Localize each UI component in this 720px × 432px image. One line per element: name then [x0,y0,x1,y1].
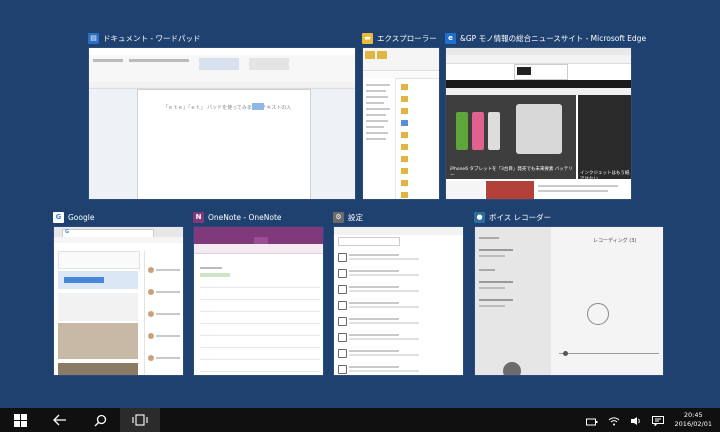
google-g-text: G [65,229,70,235]
notification-icon[interactable] [651,411,664,430]
document-text: 「ｅｔｅ」「ｅｔ」 パッドを使ってみます。テキストの入 [163,105,292,111]
back-arrow-icon [53,414,66,426]
window-thumbnail: 「ｅｔｅ」「ｅｔ」 パッドを使ってみます。テキストの入 [88,47,356,200]
clock-time: 20:45 [683,411,703,419]
microphone-icon: ● [474,211,485,223]
window-thumbnail: iPhone6 タブレットを「3台目」発売でも未来要素 バッテリー インクジェッ… [445,47,632,200]
task-view-button[interactable] [120,408,160,432]
window-title-bar: e &GP モノ情報の総合ニュースサイト - Microsoft Edge [445,31,646,45]
window-thumbnail: レコーディング (3) [474,226,664,376]
window-title: ボイス レコーダー [489,212,552,222]
window-thumbnail [333,226,464,376]
gear-icon: ⚙ [333,211,344,223]
window-title: &GP モノ情報の総合ニュースサイト - Microsoft Edge [460,33,647,43]
folder-icon: ▬ [362,32,373,44]
window-thumbnail: G [53,226,184,376]
window-onenote[interactable]: N OneNote - OneNote [193,210,324,376]
window-title: OneNote - OneNote [208,212,282,222]
window-chrome[interactable]: G Google G [53,210,184,376]
google-icon: G [53,211,64,223]
window-settings[interactable]: ⚙ 設定 [333,210,464,376]
system-tray: 20:45 2016/02/01 [581,408,720,432]
battery-icon[interactable] [585,411,598,430]
wifi-icon[interactable] [608,411,620,430]
window-thumbnail [193,226,324,376]
window-explorer[interactable]: ▬ エクスプローラー [362,31,440,200]
windows-logo-icon [13,413,27,427]
window-thumbnail [362,47,440,200]
clock-date: 2016/02/01 [674,420,712,428]
wordpad-icon: ▤ [88,32,99,44]
onenote-icon: N [193,211,204,223]
search-button[interactable] [80,408,120,432]
window-title-bar: ⚙ 設定 [333,210,363,224]
start-button[interactable] [0,408,40,432]
window-edge[interactable]: e &GP モノ情報の総合ニュースサイト - Microsoft Edge iP… [445,31,646,200]
back-button[interactable] [40,408,80,432]
window-title: Google [68,212,95,222]
search-icon [94,414,106,426]
window-title-bar: G Google [53,210,94,224]
headline-text: iPhone6 タブレットを「3台目」発売でも未来要素 バッテリー [450,167,573,178]
clock[interactable]: 20:45 2016/02/01 [675,411,712,429]
window-title-bar: N OneNote - OneNote [193,210,282,224]
window-wordpad[interactable]: ▤ ドキュメント - ワードパッド 「ｅｔｅ」「ｅｔ」 パッドを使ってみます。テ… [88,31,356,200]
window-voice-recorder[interactable]: ● ボイス レコーダー レコーディング (3) [474,210,664,376]
window-title-bar: ▬ エクスプローラー [362,31,437,45]
volume-icon[interactable] [630,411,642,430]
window-title-bar: ▤ ドキュメント - ワードパッド [88,31,200,45]
taskbar: 20:45 2016/02/01 [0,408,720,432]
window-title: ドキュメント - ワードパッド [103,33,201,43]
task-view-icon [132,414,148,426]
recording-title: レコーディング (3) [593,238,637,244]
window-title: 設定 [348,212,363,222]
window-title-bar: ● ボイス レコーダー [474,210,551,224]
edge-icon: e [445,32,456,44]
task-view-desktop: ▤ ドキュメント - ワードパッド 「ｅｔｅ」「ｅｔ」 パッドを使ってみます。テ… [0,0,720,408]
window-title: エクスプローラー [377,33,437,43]
